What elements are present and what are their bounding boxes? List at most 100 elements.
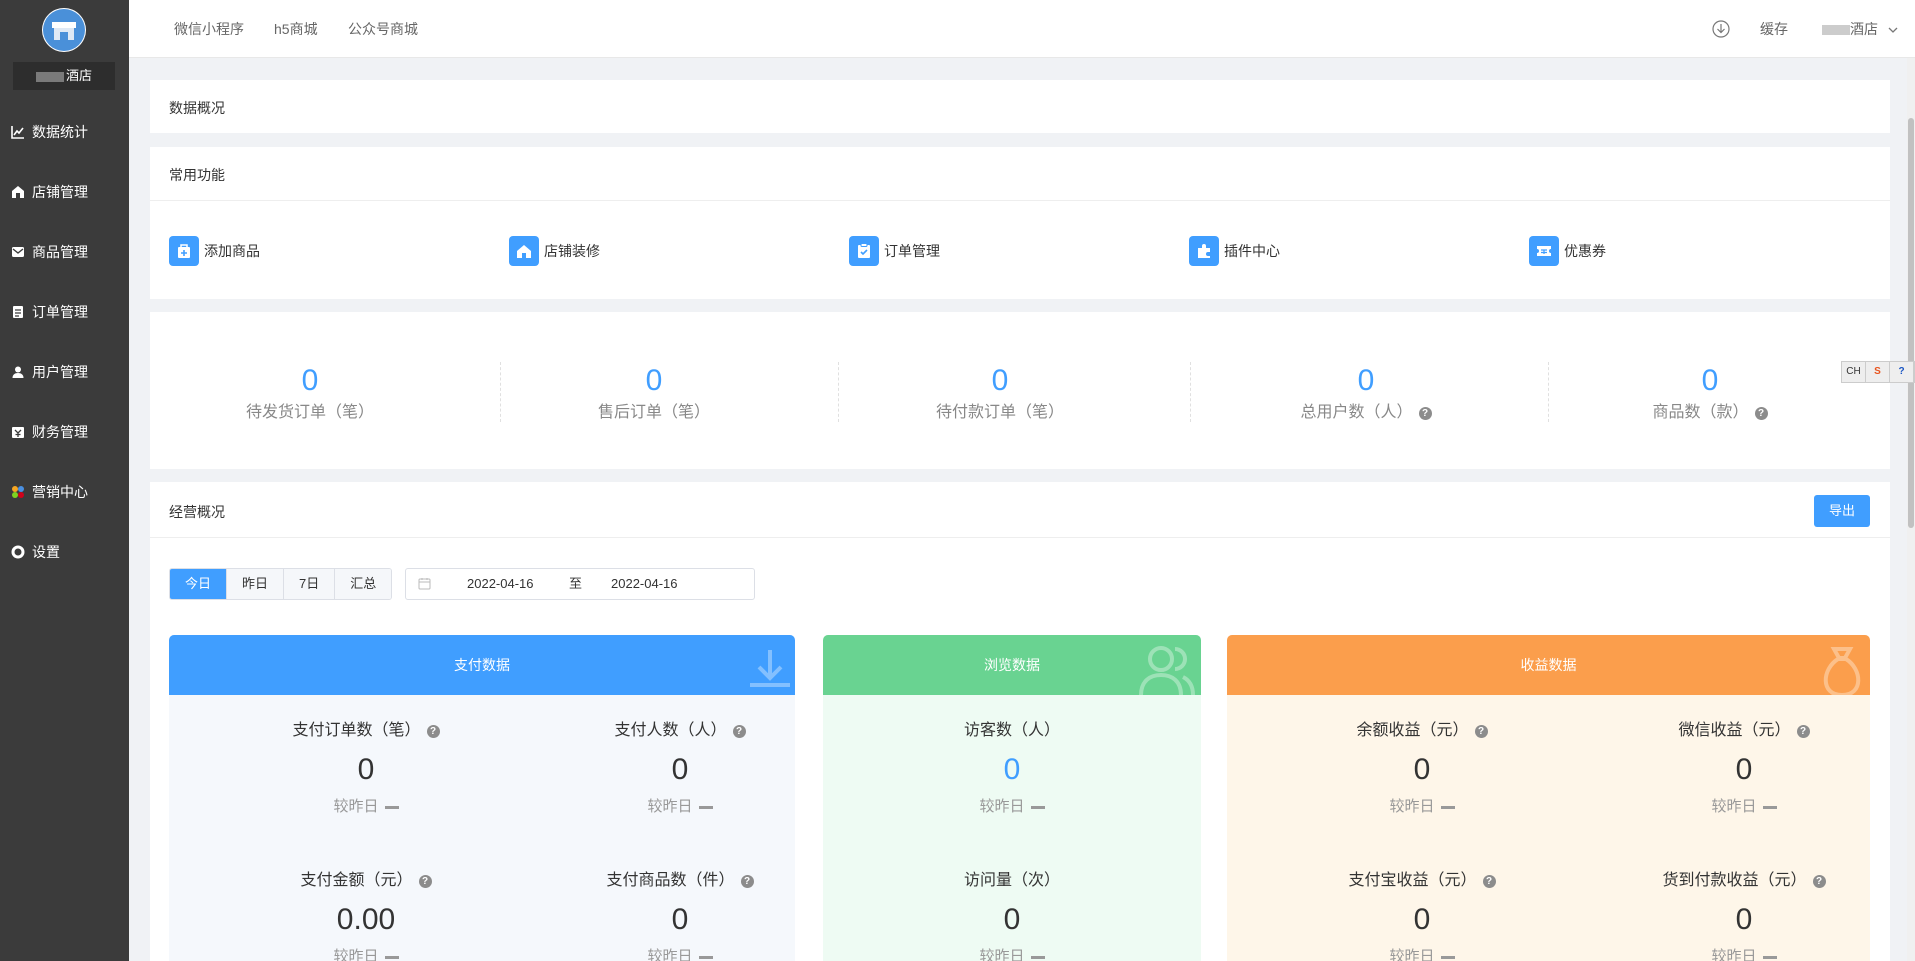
pay-card-header: 支付数据 [169, 635, 795, 695]
metric-pay-users: 支付人数（人）? 0 较昨日 [555, 721, 795, 816]
range-7days-button[interactable]: 7日 [284, 569, 336, 599]
stats-panel: 0 待发货订单（笔） 0 售后订单（笔） 0 待付款订单（笔） 0 总用户数（人… [150, 312, 1890, 469]
calendar-icon [418, 577, 431, 593]
help-icon[interactable]: ? [418, 875, 432, 888]
help-icon[interactable]: ? [1418, 407, 1432, 420]
help-icon[interactable]: ? [426, 725, 440, 738]
metric-value: 0 [1413, 753, 1431, 786]
gear-icon [11, 545, 25, 559]
stat-total-users[interactable]: 0 总用户数（人）? [1256, 364, 1476, 422]
shop-logo[interactable] [42, 8, 86, 52]
download-icon[interactable] [1712, 20, 1730, 38]
date-start[interactable]: 2022-04-16 [467, 569, 534, 599]
user-menu[interactable]: 酒店 [1822, 0, 1898, 58]
sidebar-item-label: 财务管理 [32, 424, 88, 440]
stat-label: 总用户数（人） [1300, 404, 1413, 421]
sidebar-item-label: 设置 [32, 544, 60, 560]
topnav-h5-link[interactable]: h5商城 [274, 0, 318, 58]
stat-label: 商品数（款） [1652, 404, 1749, 421]
date-end[interactable]: 2022-04-16 [611, 569, 678, 599]
stat-pending-payment[interactable]: 0 待付款订单（笔） [900, 364, 1100, 422]
metric-value: 0.00 [336, 903, 396, 936]
help-icon[interactable]: ? [1474, 725, 1488, 738]
pay-card-title: 支付数据 [454, 657, 510, 673]
metric-compare: 较昨日 [647, 798, 693, 815]
stat-label: 待发货订单（笔） [245, 404, 374, 421]
browse-card-body: 访客数（人） 0 较昨日 访问量（次） 0 较昨日 [823, 695, 1201, 961]
scrollbar[interactable] [1907, 58, 1915, 961]
topnav-miniprogram-link[interactable]: 微信小程序 [174, 0, 244, 58]
metric-wechat-income: 微信收益（元）? 0 较昨日 [1619, 721, 1869, 816]
business-title: 经营概况 [169, 504, 225, 520]
sidebar-item-label: 用户管理 [32, 364, 88, 380]
range-summary-button[interactable]: 汇总 [335, 569, 392, 599]
metric-compare: 较昨日 [1711, 948, 1757, 961]
sidebar-item-marketing[interactable]: 营销中心 [0, 472, 129, 512]
metric-label: 支付宝收益（元） [1348, 872, 1477, 889]
metric-label: 支付人数（人） [614, 722, 727, 739]
func-label: 订单管理 [884, 243, 940, 259]
func-label: 插件中心 [1224, 243, 1280, 259]
sidebar-item-statistics[interactable]: 数据统计 [0, 112, 129, 152]
ime-lang-button[interactable]: CH [1842, 362, 1866, 382]
stat-after-sale[interactable]: 0 售后订单（笔） [554, 364, 754, 422]
metric-value: 0 [671, 903, 689, 936]
metric-balance-income: 余额收益（元）? 0 较昨日 [1297, 721, 1547, 816]
stat-product-count[interactable]: 0 商品数（款）? [1610, 364, 1810, 422]
stat-pending-shipment[interactable]: 0 待发货订单（笔） [210, 364, 410, 422]
help-icon[interactable]: ? [1812, 875, 1826, 888]
metric-value: 0 [1735, 903, 1753, 936]
sidebar-item-orders[interactable]: 订单管理 [0, 292, 129, 332]
pay-data-card: 支付数据 支付订单数（笔）? 0 较昨日 支付人数（人）? 0 较昨日 支付金额… [169, 635, 795, 961]
metric-label: 访客数（人） [963, 722, 1060, 739]
metric-compare: 较昨日 [1389, 948, 1435, 961]
add-product-button[interactable]: 添加商品 [169, 236, 260, 266]
metric-visitors: 访客数（人） 0 较昨日 [887, 721, 1137, 816]
metric-compare: 较昨日 [1711, 798, 1757, 815]
shop-name-badge: 酒店 [13, 62, 115, 90]
date-range-picker[interactable]: 2022-04-16 至 2022-04-16 [405, 568, 755, 600]
sidebar-item-label: 订单管理 [32, 304, 88, 320]
cache-button[interactable]: 缓存 [1760, 0, 1788, 58]
range-today-button[interactable]: 今日 [170, 569, 228, 599]
sidebar-item-users[interactable]: 用户管理 [0, 352, 129, 392]
stat-value: 0 [645, 364, 663, 397]
topnav-official-account-link[interactable]: 公众号商城 [348, 0, 418, 58]
metric-label: 支付商品数（件） [606, 872, 735, 889]
help-icon[interactable]: ? [740, 875, 754, 888]
metric-compare: 较昨日 [333, 798, 379, 815]
coupon-button[interactable]: 优惠券 [1529, 236, 1606, 266]
sidebar-item-shop[interactable]: 店铺管理 [0, 172, 129, 212]
chevron-down-icon [1888, 0, 1898, 58]
sidebar-item-label: 数据统计 [32, 124, 88, 140]
common-functions-title: 常用功能 [169, 167, 225, 183]
sidebar-item-settings[interactable]: 设置 [0, 532, 129, 572]
topbar: 微信小程序 h5商城 公众号商城 缓存 酒店 [129, 0, 1915, 58]
order-icon [849, 236, 879, 266]
coupon-icon [1529, 236, 1559, 266]
store-decor-button[interactable]: 店铺装修 [509, 236, 600, 266]
add-product-icon [169, 236, 199, 266]
metric-label: 支付订单数（笔） [292, 722, 421, 739]
metric-value: 0 [1003, 753, 1021, 786]
sidebar-item-finance[interactable]: 财务管理 [0, 412, 129, 452]
help-icon[interactable]: ? [1754, 407, 1768, 420]
scrollbar-thumb[interactable] [1908, 118, 1914, 528]
metric-alipay-income: 支付宝收益（元）? 0 较昨日 [1297, 871, 1547, 961]
sidebar-item-products[interactable]: 商品管理 [0, 232, 129, 272]
export-button[interactable]: 导出 [1814, 495, 1870, 527]
range-yesterday-button[interactable]: 昨日 [227, 569, 285, 599]
user-name: 酒店 [1850, 21, 1878, 37]
home-icon [509, 236, 539, 266]
order-management-button[interactable]: 订单管理 [849, 236, 940, 266]
metric-compare: 较昨日 [333, 948, 379, 961]
help-icon[interactable]: ? [1796, 725, 1810, 738]
help-icon[interactable]: ? [732, 725, 746, 738]
help-icon[interactable]: ? [1482, 875, 1496, 888]
metric-compare: 较昨日 [647, 948, 693, 961]
browse-card-header: 浏览数据 [823, 635, 1201, 696]
ime-s-button[interactable]: S [1866, 362, 1890, 382]
plugin-center-button[interactable]: 插件中心 [1189, 236, 1280, 266]
income-card-header: 收益数据 [1227, 635, 1870, 698]
ime-help-button[interactable]: ? [1890, 362, 1914, 382]
